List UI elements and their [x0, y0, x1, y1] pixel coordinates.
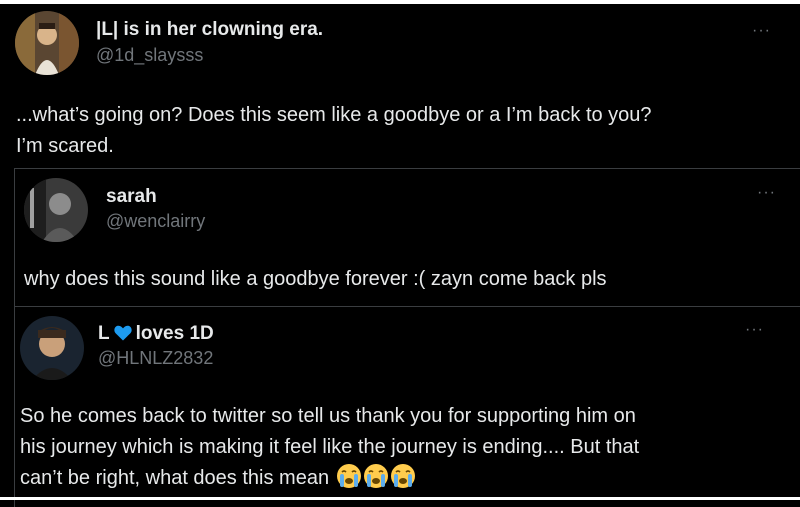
- top-frame-edge: [0, 0, 800, 4]
- display-name[interactable]: |L| is in her clowning era.: [96, 19, 323, 41]
- more-options-icon[interactable]: ···: [745, 322, 764, 338]
- tweet-text-line: his journey which is making it feel like…: [20, 436, 640, 458]
- display-name[interactable]: Lloves 1D: [98, 323, 214, 345]
- display-name[interactable]: sarah: [106, 186, 157, 208]
- avatar[interactable]: [24, 178, 88, 242]
- display-name-suffix: loves 1D: [135, 323, 214, 344]
- user-handle[interactable]: @HLNLZ2832: [98, 348, 213, 369]
- crying-face-icon: [390, 463, 416, 489]
- tweet-text-line: I’m scared.: [16, 135, 114, 157]
- avatar[interactable]: [20, 316, 84, 380]
- more-options-icon[interactable]: ···: [752, 23, 771, 39]
- crying-face-icon: [336, 463, 362, 489]
- more-options-icon[interactable]: ···: [757, 185, 776, 201]
- tweet-text-line: So he comes back to twitter so tell us t…: [20, 405, 636, 427]
- avatar[interactable]: [15, 11, 79, 75]
- tweet-text-line: ...what’s going on? Does this seem like …: [16, 104, 652, 126]
- tweet-text-line-end: can’t be right, what does this mean: [20, 467, 330, 489]
- blue-heart-icon: [113, 325, 132, 341]
- crying-face-icon: [363, 463, 389, 489]
- user-handle[interactable]: @wenclairry: [106, 211, 205, 232]
- tweet-text-line: can’t be right, what does this mean: [20, 463, 790, 494]
- display-name-prefix: L: [98, 323, 110, 344]
- user-handle[interactable]: @1d_slaysss: [96, 45, 203, 66]
- tweet-text: So he comes back to twitter so tell us t…: [20, 401, 790, 494]
- tweet-text: ...what’s going on? Does this seem like …: [16, 100, 786, 162]
- tweet-text: why does this sound like a goodbye forev…: [24, 268, 607, 290]
